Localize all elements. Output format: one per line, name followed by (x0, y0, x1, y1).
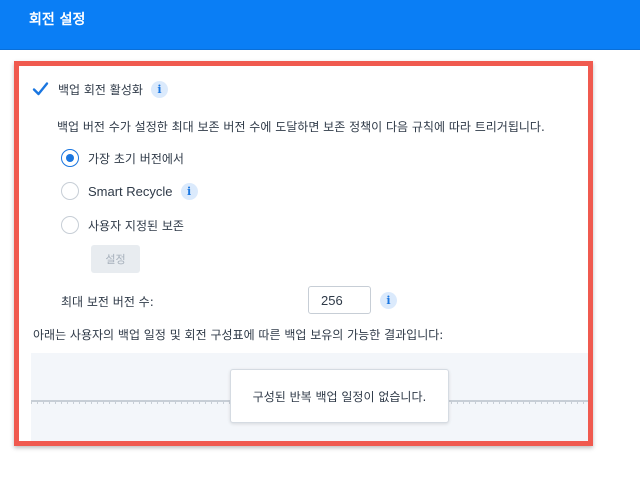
max-versions-input[interactable]: 256 (308, 286, 371, 314)
max-versions-label: 최대 보전 버전 수: (61, 295, 154, 309)
rotation-settings-panel: 백업 회전 활성화 i 백업 버전 수가 설정한 최대 보존 버전 수에 도달하… (14, 61, 593, 446)
page-title: 회전 설정 (29, 12, 86, 28)
radio-custom-retention[interactable] (61, 216, 79, 234)
radio-earliest-version[interactable] (61, 149, 79, 167)
info-icon[interactable]: i (150, 80, 168, 98)
option-earliest-version[interactable]: 가장 초기 버전에서 (61, 149, 184, 167)
empty-schedule-message: 구성된 반복 백업 일정이 없습니다. (230, 369, 449, 423)
enable-rotation-row[interactable]: 백업 회전 활성화 i (31, 80, 168, 98)
info-icon[interactable]: i (180, 182, 198, 200)
option-custom-retention[interactable]: 사용자 지정된 보존 (61, 216, 184, 234)
enable-rotation-checkbox[interactable] (31, 80, 49, 98)
option-custom-retention-label: 사용자 지정된 보존 (88, 218, 184, 233)
option-smart-recycle-label: Smart Recycle (88, 183, 173, 199)
header-bar: 회전 설정 (0, 0, 640, 50)
checkmark-icon (32, 82, 49, 96)
option-earliest-version-label: 가장 초기 버전에서 (88, 151, 184, 166)
result-description: 아래는 사용자의 백업 일정 및 회전 구성표에 따른 백업 보유의 가능한 결… (33, 328, 444, 342)
settings-button: 설정 (91, 245, 140, 273)
enable-rotation-label: 백업 회전 활성화 (58, 82, 143, 97)
max-versions-info[interactable]: i (372, 292, 397, 309)
rotation-description: 백업 버전 수가 설정한 최대 보존 버전 수에 도달하면 보존 정책이 다음 … (57, 120, 545, 134)
info-icon[interactable]: i (380, 292, 397, 309)
retention-preview: 구성된 반복 백업 일정이 없습니다. (31, 353, 588, 441)
option-smart-recycle[interactable]: Smart Recycle i (61, 182, 198, 200)
radio-smart-recycle[interactable] (61, 182, 79, 200)
